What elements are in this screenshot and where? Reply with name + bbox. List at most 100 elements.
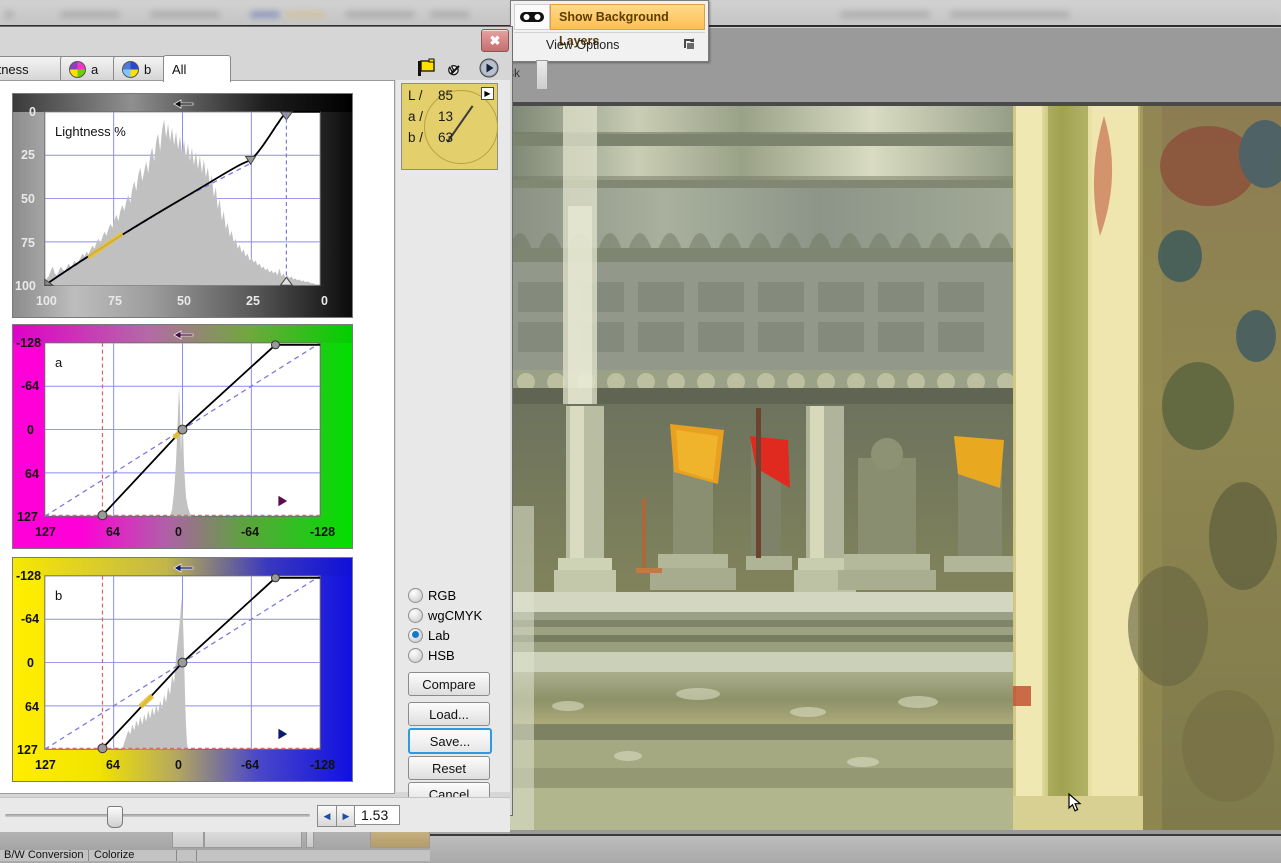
b-curve-panel[interactable]: b -128 -64 0 64 127 127 64 0 -64 -128 bbox=[12, 557, 353, 782]
radio-wgcmyk[interactable]: wgCMYK bbox=[408, 606, 482, 624]
swatch-a-icon bbox=[69, 60, 86, 78]
radio-hsb[interactable]: HSB bbox=[408, 646, 455, 664]
amount-slider-bar[interactable]: ◀ ▶ 1.53 bbox=[0, 797, 510, 832]
readout-a-value: 13 bbox=[438, 109, 454, 124]
radio-wgcmyk-label: wgCMYK bbox=[428, 607, 483, 623]
a-xtick-64: 64 bbox=[106, 525, 120, 539]
tab-a-label: a bbox=[91, 61, 99, 77]
lightness-ytick-50: 50 bbox=[21, 192, 35, 206]
a-xtick-127: 127 bbox=[35, 525, 56, 539]
b-xtick--0: 0 bbox=[175, 758, 182, 772]
tab-all[interactable]: All bbox=[163, 55, 231, 82]
lightness-ytick-100: 100 bbox=[15, 279, 36, 293]
readout-b-value: 63 bbox=[438, 130, 454, 145]
b-xtick-64: 64 bbox=[106, 758, 120, 772]
a-plot[interactable] bbox=[13, 325, 352, 548]
glasses-icon bbox=[514, 4, 550, 30]
lightness-xtick-75: 75 bbox=[108, 294, 122, 308]
view-options-label[interactable]: View Options bbox=[514, 38, 681, 52]
a-curve-panel[interactable]: a -128 -64 0 64 127 127 64 0 -64 -128 bbox=[12, 324, 353, 549]
compare-button[interactable]: Compare bbox=[408, 672, 490, 696]
amount-value-input[interactable]: 1.53 bbox=[354, 805, 400, 825]
lightness-ytick-0: 0 bbox=[29, 105, 36, 119]
a-plot-title: a bbox=[55, 355, 63, 370]
a-ytick--128: -128 bbox=[16, 336, 42, 350]
b-ytick-64: 64 bbox=[25, 700, 39, 714]
lightness-ytick-75: 75 bbox=[21, 236, 35, 250]
tab-lightness[interactable]: Lightness bbox=[0, 56, 64, 81]
bottom-tab-strip[interactable]: B/W Conversion Colorize bbox=[0, 850, 430, 861]
readout-L-value: 85 bbox=[438, 88, 454, 103]
background-layers-popup[interactable]: Show Background Layers View Options bbox=[510, 0, 709, 62]
dialog-toolbar[interactable] bbox=[416, 58, 506, 80]
dialog-right-column: L / 85 a / 13 b / 63 ▶ RGB wgCMYK Lab HS… bbox=[396, 80, 510, 832]
b-plot[interactable] bbox=[13, 558, 352, 781]
tab-lightness-label: Lightness bbox=[0, 61, 29, 77]
play-icon[interactable] bbox=[478, 58, 502, 80]
photo-top-edge bbox=[508, 102, 1281, 106]
swatch-b-icon bbox=[122, 60, 139, 78]
a-ytick--0: 0 bbox=[27, 423, 34, 437]
mask-dropdown-chevron[interactable] bbox=[536, 60, 548, 90]
radio-wgcmyk-dot[interactable] bbox=[408, 607, 423, 623]
radio-rgb-dot[interactable] bbox=[408, 587, 423, 603]
flag-icon[interactable] bbox=[416, 58, 440, 80]
tab-all-label: All bbox=[172, 61, 187, 77]
bottom-tab-bw-conversion[interactable]: B/W Conversion bbox=[4, 850, 83, 861]
readout-a-label: a / bbox=[408, 109, 424, 124]
b-xtick-127: 127 bbox=[35, 758, 56, 772]
radio-rgb[interactable]: RGB bbox=[408, 586, 456, 604]
a-ytick-64: 64 bbox=[25, 467, 39, 481]
load-button[interactable]: Load... bbox=[408, 702, 490, 726]
show-background-layers-row[interactable]: Show Background Layers bbox=[514, 4, 705, 48]
a-xtick--64: -64 bbox=[241, 525, 260, 539]
readout-expand-icon[interactable]: ▶ bbox=[481, 87, 494, 100]
b-ytick--0: 0 bbox=[27, 656, 34, 670]
b-ytick--64: -64 bbox=[21, 612, 40, 626]
radio-hsb-label: HSB bbox=[428, 647, 455, 663]
amount-decrement-button[interactable]: ◀ bbox=[317, 805, 337, 827]
radio-hsb-dot[interactable] bbox=[408, 647, 423, 663]
readout-L-label: L / bbox=[408, 88, 423, 103]
bottom-tab-colorize[interactable]: Colorize bbox=[94, 850, 134, 861]
amount-increment-button[interactable]: ▶ bbox=[336, 805, 356, 827]
radio-lab-label: Lab bbox=[428, 627, 450, 643]
lightness-plot-title: Lightness % bbox=[55, 124, 126, 139]
lightness-curve-panel[interactable]: Lightness % 0 25 50 75 100 100 75 50 25 … bbox=[12, 93, 353, 318]
radio-lab[interactable]: Lab bbox=[408, 626, 450, 644]
b-plot-title: b bbox=[55, 588, 63, 603]
radio-rgb-label: RGB bbox=[428, 587, 457, 603]
lightness-ytick-25: 25 bbox=[21, 148, 35, 162]
lightness-xtick-25: 25 bbox=[246, 294, 260, 308]
radio-lab-dot[interactable] bbox=[408, 627, 423, 643]
curves-dialog[interactable]: ✖ Lightness a b All bbox=[0, 26, 513, 832]
close-icon[interactable]: ✖ bbox=[481, 29, 509, 52]
show-background-layers-label[interactable]: Show Background Layers bbox=[550, 4, 705, 48]
b-ytick--128: -128 bbox=[16, 569, 42, 583]
save-button[interactable]: Save... bbox=[408, 728, 492, 754]
b-ytick-127: 127 bbox=[17, 743, 38, 757]
lab-readout[interactable]: L / 85 a / 13 b / 63 ▶ bbox=[401, 83, 498, 170]
expand-dialog-icon[interactable] bbox=[681, 36, 701, 54]
wrench-icon[interactable] bbox=[447, 58, 471, 80]
a-xtick--0: 0 bbox=[175, 525, 182, 539]
view-options-row[interactable]: View Options bbox=[514, 32, 705, 57]
curves-panel-body: Lightness % 0 25 50 75 100 100 75 50 25 … bbox=[0, 80, 395, 794]
photo-image bbox=[508, 106, 1281, 830]
readout-b-label: b / bbox=[408, 130, 424, 145]
b-xtick--128: -128 bbox=[310, 758, 336, 772]
a-xtick--128: -128 bbox=[310, 525, 336, 539]
tab-b-label: b bbox=[144, 61, 152, 77]
readout-color-wheel bbox=[424, 90, 498, 164]
amount-slider-thumb[interactable] bbox=[107, 806, 123, 828]
lightness-xtick-0: 0 bbox=[321, 294, 328, 308]
lightness-xtick-50: 50 bbox=[177, 294, 191, 308]
tab-a[interactable]: a bbox=[60, 56, 120, 81]
a-ytick--64: -64 bbox=[21, 379, 40, 393]
b-xtick--64: -64 bbox=[241, 758, 260, 772]
reset-button[interactable]: Reset bbox=[408, 756, 490, 780]
a-ytick-127: 127 bbox=[17, 510, 38, 524]
arrow-cursor bbox=[1068, 792, 1082, 813]
amount-slider-track[interactable] bbox=[5, 814, 310, 817]
lightness-xtick-100: 100 bbox=[36, 294, 57, 308]
